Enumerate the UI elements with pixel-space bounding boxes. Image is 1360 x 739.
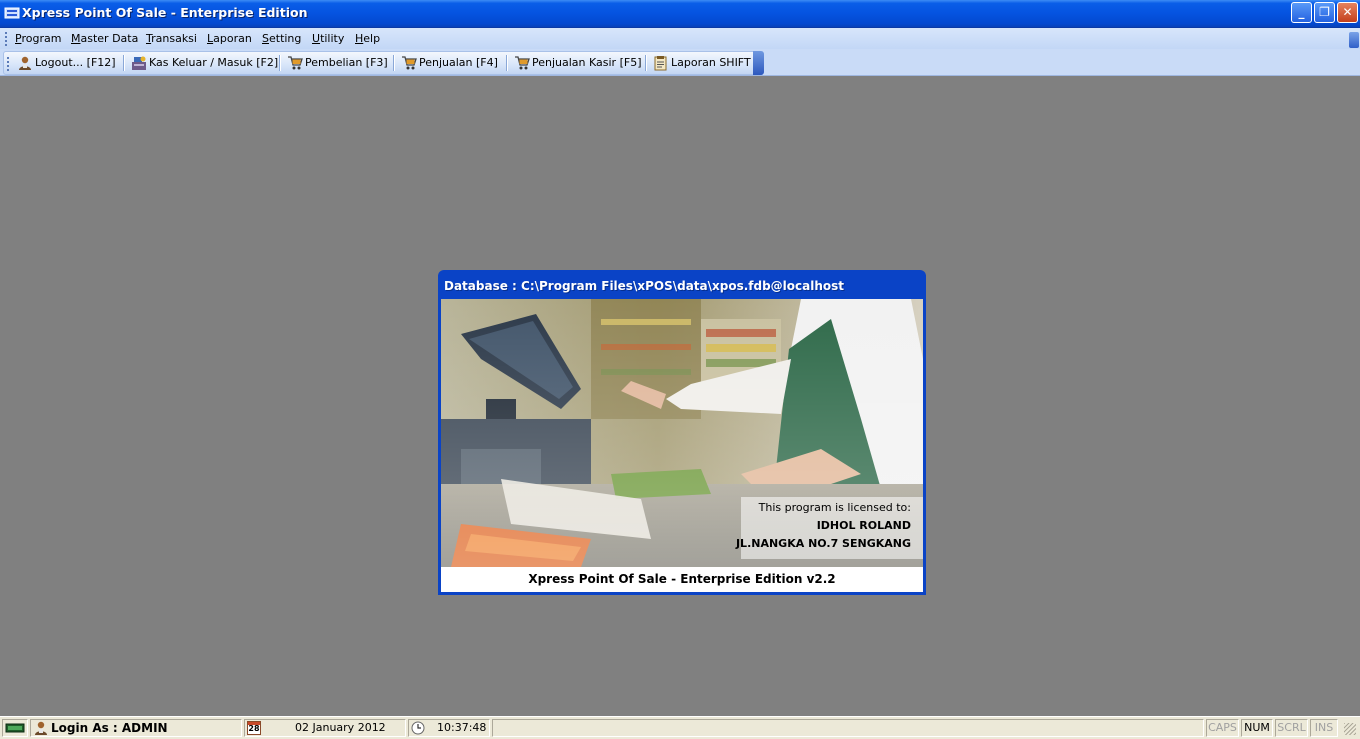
version-label: Xpress Point Of Sale - Enterprise Editio…	[528, 572, 836, 586]
cash-register-icon	[132, 56, 146, 70]
toolbar-separator	[645, 55, 647, 71]
splash-title: Database : C:\Program Files\xPOS\data\xp…	[444, 279, 845, 293]
laporan-shift-label: Laporan SHIFT	[671, 56, 751, 69]
cart-icon	[288, 56, 303, 70]
clock-icon	[411, 721, 425, 735]
menu-bar: Program Master Data Transaksi Laporan Se…	[0, 28, 1360, 49]
close-button[interactable]: ✕	[1337, 2, 1358, 23]
menu-laporan[interactable]: Laporan	[207, 32, 252, 45]
app-icon	[4, 7, 20, 19]
restore-button[interactable]: ❐	[1314, 2, 1335, 23]
toolbar-separator	[123, 55, 125, 71]
login-panel: Login As : ADMIN	[30, 719, 242, 737]
status-message-panel	[492, 719, 1204, 737]
window-title: Xpress Point Of Sale - Enterprise Editio…	[22, 5, 308, 20]
menu-transaksi[interactable]: Transaksi	[146, 32, 197, 45]
num-lock-indicator: NUM	[1241, 719, 1273, 737]
date-label: 02 January 2012	[295, 721, 386, 734]
penjualan-kasir-label: Penjualan Kasir [F5]	[532, 56, 642, 69]
caps-lock-indicator: CAPS	[1206, 719, 1239, 737]
app-window: Xpress Point Of Sale - Enterprise Editio…	[0, 0, 1360, 739]
penjualan-button[interactable]: Penjualan [F4]	[401, 55, 501, 71]
splash-footer: Xpress Point Of Sale - Enterprise Editio…	[441, 567, 923, 592]
menubar-grip[interactable]	[5, 32, 8, 48]
license-heading: This program is licensed to:	[758, 501, 911, 514]
laporan-shift-button[interactable]: Laporan SHIFT	[653, 55, 753, 71]
title-bar[interactable]: Xpress Point Of Sale - Enterprise Editio…	[0, 0, 1360, 28]
status-indicator-panel	[2, 719, 28, 737]
toolbar-separator	[506, 55, 508, 71]
calendar-day: 28	[248, 724, 260, 733]
menubar-overflow-button[interactable]	[1349, 32, 1359, 48]
cart-icon	[402, 56, 417, 70]
calendar-icon: 28	[247, 721, 261, 735]
toolbar-separator	[279, 55, 281, 71]
cart-icon	[515, 56, 530, 70]
menu-program[interactable]: Program	[15, 32, 61, 45]
kas-keluar-masuk-button[interactable]: Kas Keluar / Masuk [F2]	[131, 55, 278, 71]
penjualan-kasir-button[interactable]: Penjualan Kasir [F5]	[514, 55, 642, 71]
login-as-label: Login As : ADMIN	[51, 721, 168, 735]
logout-label: Logout... [F12]	[35, 56, 116, 69]
menu-master-data[interactable]: Master Data	[71, 32, 138, 45]
pembelian-button[interactable]: Pembelian [F3]	[287, 55, 388, 71]
date-panel: 28 02 January 2012	[244, 719, 406, 737]
kas-keluar-masuk-label: Kas Keluar / Masuk [F2]	[149, 56, 279, 69]
menu-help[interactable]: Help	[355, 32, 380, 45]
insert-mode-indicator: INS	[1310, 719, 1338, 737]
time-panel: 10:37:48	[408, 719, 490, 737]
scroll-lock-indicator: SCRL	[1275, 719, 1308, 737]
status-bar: Login As : ADMIN 28 02 January 2012 10:3…	[0, 716, 1360, 739]
pembelian-label: Pembelian [F3]	[305, 56, 388, 69]
licensee-name: IDHOL ROLAND	[816, 519, 911, 532]
toolbar-grip[interactable]	[7, 57, 10, 73]
toolbar: Logout... [F12] Kas Keluar / Masuk [F2] …	[3, 51, 760, 75]
user-icon	[35, 721, 47, 735]
toolbar-overflow-button[interactable]	[753, 51, 764, 75]
user-icon	[19, 56, 31, 70]
penjualan-label: Penjualan [F4]	[419, 56, 498, 69]
menu-utility[interactable]: Utility	[312, 32, 344, 45]
menu-setting[interactable]: Setting	[262, 32, 301, 45]
resize-grip[interactable]	[1344, 723, 1356, 735]
splash-dialog: Database : C:\Program Files\xPOS\data\xp…	[438, 270, 926, 595]
minimize-button[interactable]: _	[1291, 2, 1312, 23]
cashier-photo: This program is licensed to: IDHOL ROLAN…	[441, 299, 923, 567]
time-label: 10:37:48	[437, 721, 487, 734]
keyboard-status-icon	[5, 723, 25, 733]
report-icon	[654, 56, 667, 71]
toolbar-separator	[393, 55, 395, 71]
licensee-address: JL.NANGKA NO.7 SENGKANG	[735, 537, 911, 550]
logout-button[interactable]: Logout... [F12]	[17, 55, 117, 71]
license-info: This program is licensed to: IDHOL ROLAN…	[736, 499, 911, 553]
